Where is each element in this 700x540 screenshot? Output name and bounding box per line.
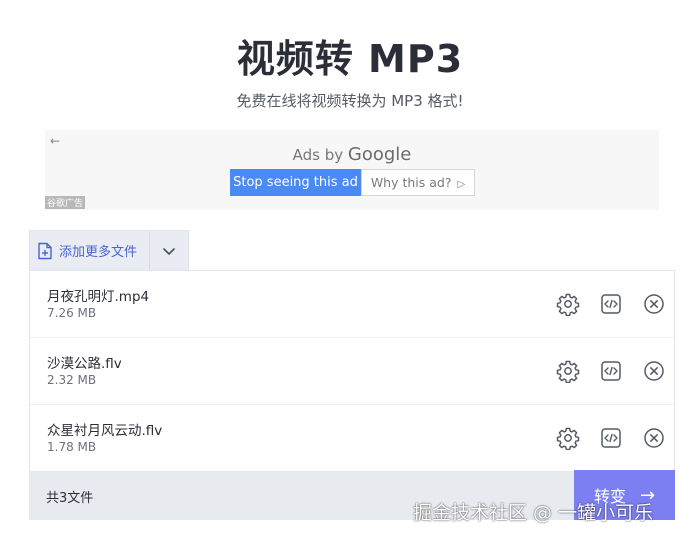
- add-more-files-button[interactable]: 添加更多文件: [30, 231, 149, 270]
- page-subtitle: 免费在线将视频转换为 MP3 格式!: [236, 92, 464, 110]
- settings-gear-icon[interactable]: [556, 359, 580, 383]
- code-icon[interactable]: [599, 426, 623, 450]
- ad-banner: ← Ads by Google Stop seeing this ad Why …: [45, 130, 659, 210]
- chevron-down-icon: [163, 247, 175, 255]
- watermark: 掘金技术社区 @ 一罐小可乐: [413, 502, 654, 524]
- file-row: 沙漠公路.flv 2.32 MB: [30, 338, 674, 405]
- file-list: 月夜孔明灯.mp4 7.26 MB 沙漠公路.flv 2.32 MB 众星衬月风…: [29, 270, 675, 472]
- file-row: 月夜孔明灯.mp4 7.26 MB: [30, 271, 674, 338]
- file-name: 众星衬月风云动.flv: [47, 423, 163, 439]
- code-icon[interactable]: [599, 292, 623, 316]
- add-more-files-label: 添加更多文件: [59, 245, 138, 260]
- file-size: 2.32 MB: [47, 373, 97, 387]
- ads-by-google: Ads by Google: [45, 144, 659, 165]
- remove-file-icon[interactable]: [642, 359, 666, 383]
- code-icon[interactable]: [599, 359, 623, 383]
- google-logo: Google: [347, 144, 412, 165]
- remove-file-icon[interactable]: [642, 426, 666, 450]
- file-count: 共3文件: [46, 491, 94, 506]
- add-files-dropdown[interactable]: [149, 231, 188, 270]
- remove-file-icon[interactable]: [642, 292, 666, 316]
- add-files-control: 添加更多文件: [29, 230, 189, 270]
- ads-by-label: Ads by: [292, 146, 344, 164]
- why-this-ad-button[interactable]: Why this ad? ▷: [361, 169, 475, 196]
- file-name: 沙漠公路.flv: [47, 356, 122, 372]
- why-this-ad-label: Why this ad?: [370, 175, 452, 190]
- file-name: 月夜孔明灯.mp4: [47, 289, 150, 305]
- stop-seeing-ad-button[interactable]: Stop seeing this ad: [230, 169, 361, 196]
- adchoices-icon: ▷: [457, 179, 466, 190]
- file-plus-icon: [38, 242, 52, 259]
- file-size: 7.26 MB: [47, 306, 97, 320]
- ad-label: 谷歌广告: [45, 196, 86, 209]
- page-title: 视频转 MP3: [236, 37, 464, 81]
- settings-gear-icon[interactable]: [556, 292, 580, 316]
- file-row: 众星衬月风云动.flv 1.78 MB: [30, 405, 674, 472]
- settings-gear-icon[interactable]: [556, 426, 580, 450]
- file-size: 1.78 MB: [47, 440, 97, 454]
